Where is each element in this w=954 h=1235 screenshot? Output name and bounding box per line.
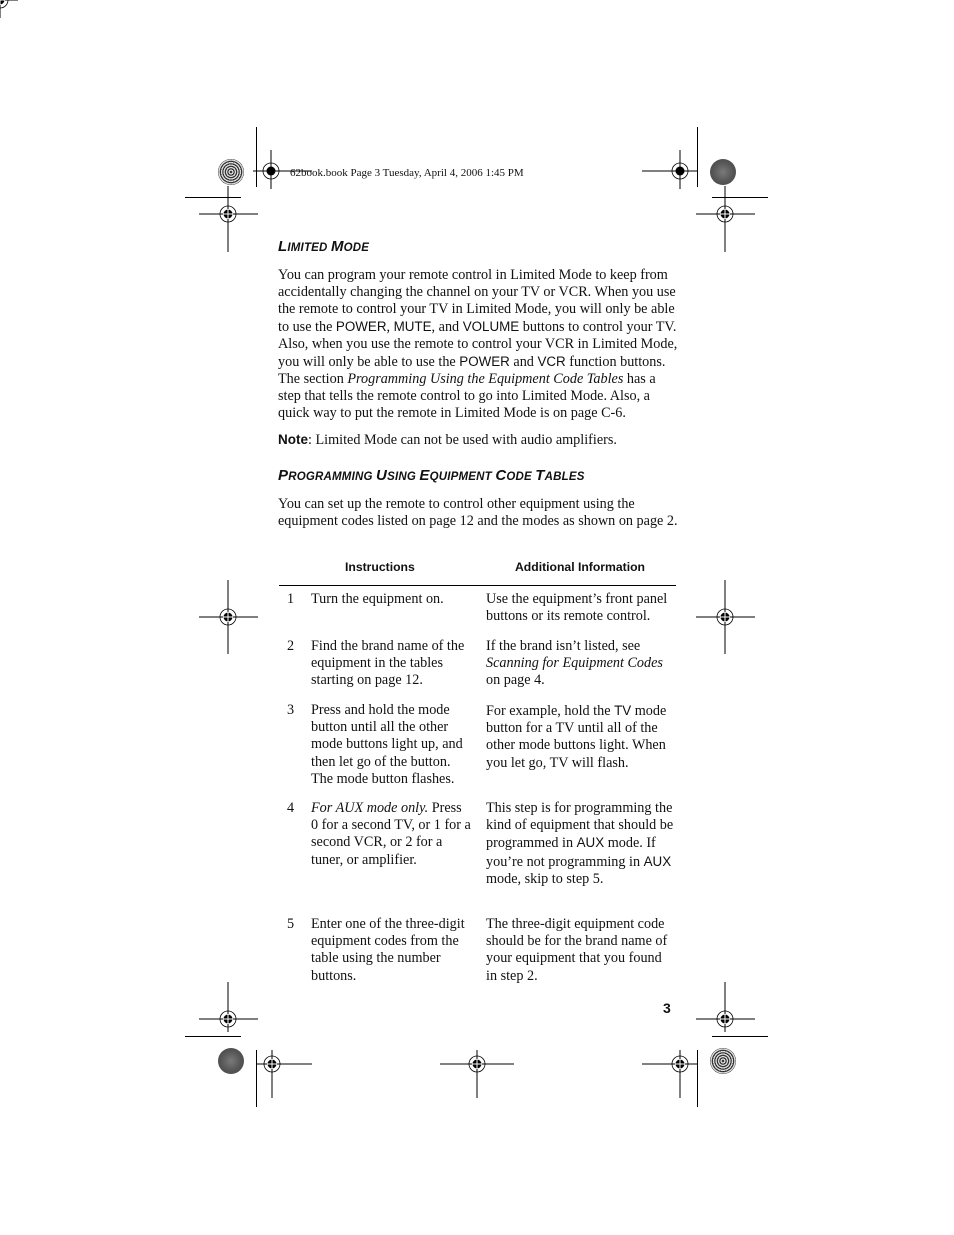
section-reference: Programming Using the Equipment Code Tab… — [347, 371, 624, 387]
step-number: 4 — [287, 800, 295, 816]
step-instruction: Find the brand name of the equipment in … — [311, 638, 465, 689]
step-number: 2 — [287, 638, 295, 654]
note-text: : Limited Mode can not be used with audi… — [308, 432, 617, 448]
title-rest: sing — [387, 471, 420, 483]
step-instruction: Enter one of the three-digit equipment c… — [311, 916, 465, 984]
title-cap: L — [278, 238, 288, 255]
step-instruction: For AUX mode only. Press 0 for a second … — [311, 800, 471, 869]
step-instruction: Press and hold the mode button until all… — [311, 702, 463, 787]
title-cap: E — [419, 467, 430, 484]
table-header-additional-info: Additional Information — [515, 560, 645, 574]
crosshair-marks — [0, 0, 755, 1098]
crosshair-icon — [440, 1050, 514, 1098]
step-number: 5 — [287, 916, 295, 932]
text: , — [386, 319, 394, 335]
keyword-aux: AUX — [576, 835, 605, 851]
title-rest: ode — [506, 471, 536, 483]
crosshair-icon — [696, 186, 755, 252]
step-info: Use the equipment’s front panel buttons … — [486, 591, 668, 625]
text: mode, skip to step 5. — [486, 870, 604, 887]
keyword-volume: VOLUME — [462, 319, 520, 334]
keyword-power: POWER — [335, 319, 387, 334]
keyword-mute: MUTE — [393, 319, 432, 334]
title-rest: rogramming — [288, 471, 377, 483]
crosshair-icon — [257, 1050, 312, 1098]
keyword-vcr: VCR — [537, 354, 566, 369]
title-rest: imited — [287, 242, 331, 254]
print-header-slug: 62book.book Page 3 Tuesday, April 4, 200… — [290, 167, 524, 179]
page-number: 3 — [663, 1000, 671, 1016]
table-header-instructions: Instructions — [345, 560, 415, 574]
title-cap: T — [535, 467, 545, 484]
text: and — [509, 354, 538, 370]
crosshair-icon — [199, 982, 258, 1032]
text: on page 4. — [486, 672, 545, 689]
step-number: 3 — [287, 702, 295, 718]
programming-intro: You can set up the remote to control oth… — [278, 496, 678, 529]
limited-mode-paragraph: You can program your remote control in L… — [278, 267, 678, 422]
step-number: 1 — [287, 591, 295, 607]
title-rest: ables — [544, 471, 585, 483]
text: For AUX mode only. — [311, 800, 429, 816]
step-info: If the brand isn’t listed, see Scanning … — [486, 638, 676, 690]
crosshair-icon — [199, 580, 258, 654]
text: For example, hold the — [486, 703, 615, 719]
title-cap: U — [376, 467, 388, 484]
section-title-limited-mode: Limited Mode — [278, 238, 369, 255]
text: , and — [431, 319, 463, 335]
note-label: Note — [278, 432, 308, 447]
crosshair-icon — [0, 0, 18, 18]
keyword-tv: TV — [614, 703, 632, 718]
keyword-aux: AUX — [643, 853, 672, 869]
title-cap: C — [495, 467, 507, 484]
step-info: For example, hold the TV mode button for… — [486, 702, 676, 772]
title-cap: M — [330, 238, 344, 255]
title-rest: ode — [343, 242, 370, 254]
table-header-rule — [279, 585, 676, 587]
text: If the brand isn’t listed, see — [486, 638, 641, 654]
step-info: The three-digit equipment code should be… — [486, 916, 668, 984]
title-rest: quipment — [429, 471, 496, 483]
note: Note: Limited Mode can not be used with … — [278, 431, 678, 449]
crosshair-icon — [642, 1050, 697, 1098]
step-info: This step is for programming the kind of… — [486, 800, 676, 888]
title-cap: P — [278, 467, 289, 484]
crosshair-icon — [696, 580, 755, 654]
step-instruction: Turn the equipment on. — [311, 591, 444, 607]
section-reference: Scanning for Equipment Codes — [486, 655, 663, 672]
crosshair-icon — [199, 186, 258, 252]
keyword-power: POWER — [459, 354, 510, 369]
section-title-programming: Programming Using Equipment Code Tables — [278, 467, 585, 484]
crosshair-icon — [696, 982, 755, 1032]
